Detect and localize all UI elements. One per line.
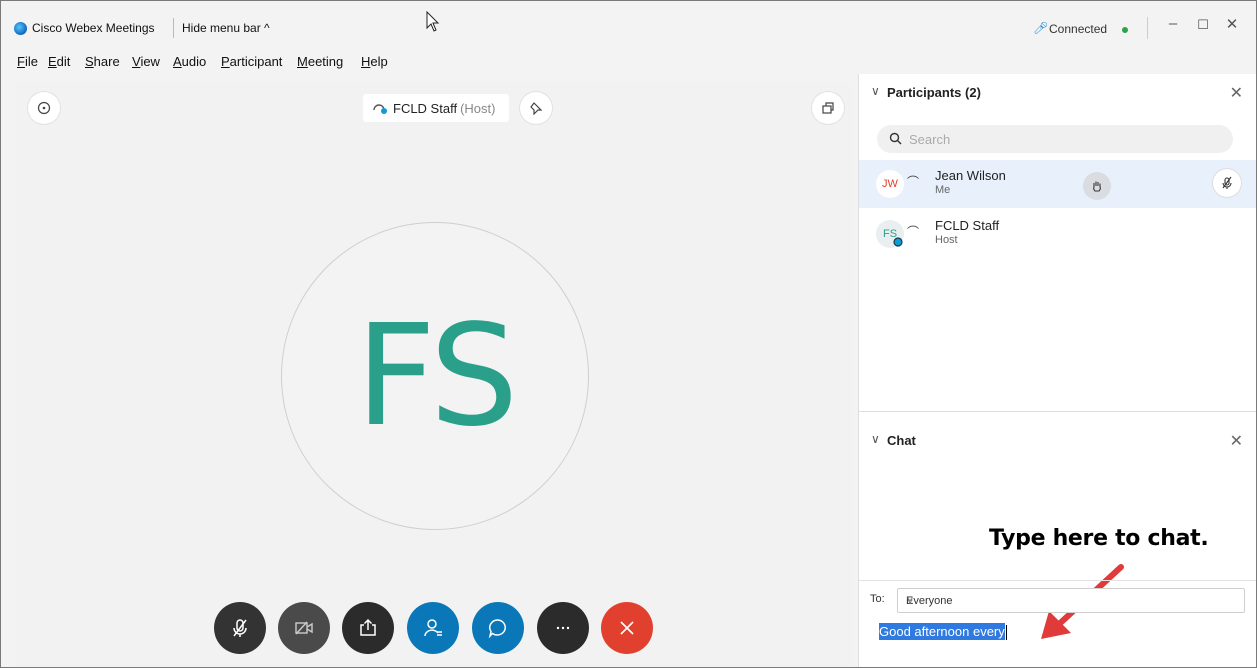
participant-role: Me [935, 184, 951, 196]
participant-search[interactable] [877, 125, 1233, 153]
close-participants-icon[interactable]: ✕ [1230, 83, 1243, 103]
participant-name: FCLD Staff [935, 218, 1000, 233]
menu-file[interactable]: File [17, 54, 38, 69]
webex-logo-icon [14, 22, 27, 35]
chat-input-text: Good afternoon every [879, 623, 1005, 640]
annotation-text: Type here to chat. [989, 526, 1209, 551]
hand-icon [1093, 181, 1101, 192]
text-caret [1005, 625, 1007, 641]
participant-mute-button[interactable] [1213, 169, 1241, 197]
participants-icon [424, 619, 442, 637]
participants-title: Participants (2) [887, 85, 981, 100]
more-icon [556, 626, 570, 630]
close-window-icon[interactable]: ✕ [1222, 15, 1242, 33]
headset-icon: ⌒ [907, 225, 920, 239]
webex-window: Cisco Webex Meetings Hide menu bar ^ 🎤︎ … [0, 0, 1257, 668]
host-badge-icon [893, 237, 903, 247]
headset-icon: ⌒ [907, 175, 920, 189]
app-title: Cisco Webex Meetings [32, 21, 155, 35]
speaker-initials: FS [355, 294, 519, 458]
menu-help[interactable]: Help [361, 54, 388, 69]
minimize-icon[interactable]: – [1163, 15, 1183, 32]
menu-audio[interactable]: Audio [173, 54, 206, 69]
title-bar: Cisco Webex Meetings Hide menu bar ^ 🎤︎ … [1, 1, 1256, 45]
panel-divider [859, 411, 1256, 412]
headset-icon [373, 104, 387, 114]
search-input[interactable] [909, 130, 1209, 148]
status-dot [1122, 27, 1128, 33]
participants-header[interactable]: ∨ Participants (2) ✕ [859, 74, 1256, 110]
participant-avatar: FS [876, 220, 904, 248]
menu-share[interactable]: Share [85, 54, 120, 69]
speaker-avatar: FS [281, 222, 589, 530]
meeting-info-button[interactable] [28, 92, 60, 124]
menu-bar: File Edit Share View Audio Participant M… [1, 49, 601, 73]
recipient-select[interactable]: Everyone ∨ [897, 588, 1245, 613]
title-divider [173, 18, 174, 38]
active-speaker-label: FCLD Staff (Host) [363, 94, 509, 122]
participant-row[interactable]: FS ⌒ FCLD Staff Host [859, 210, 1256, 258]
video-off-icon [295, 621, 313, 635]
hide-menu-bar-button[interactable]: Hide menu bar ^ [182, 21, 270, 35]
mute-button[interactable] [214, 602, 266, 654]
connection-icon: 🎤︎ [1033, 21, 1049, 35]
share-icon [360, 618, 376, 636]
chevron-down-icon: ∨ [906, 595, 915, 607]
maximize-icon[interactable]: ☐ [1193, 17, 1213, 33]
to-label: To: [870, 593, 885, 605]
menu-meeting[interactable]: Meeting [297, 54, 343, 69]
layout-button[interactable] [812, 92, 844, 124]
connection-status: Connected [1049, 22, 1108, 36]
video-button[interactable] [278, 602, 330, 654]
chat-title: Chat [887, 433, 916, 448]
pin-icon [530, 102, 543, 115]
menu-view[interactable]: View [132, 54, 160, 69]
chat-button[interactable] [472, 602, 524, 654]
collapse-chevron-icon[interactable]: ∨ [871, 432, 880, 446]
close-chat-icon[interactable]: ✕ [1230, 431, 1243, 451]
participant-avatar: JW [876, 170, 904, 198]
chat-icon [488, 619, 506, 639]
more-button[interactable] [537, 602, 589, 654]
collapse-chevron-icon[interactable]: ∨ [871, 84, 880, 98]
info-icon [37, 101, 51, 115]
share-button[interactable] [342, 602, 394, 654]
participant-name: Jean Wilson [935, 168, 1006, 183]
mic-muted-icon [1222, 176, 1232, 189]
participants-button[interactable] [407, 602, 459, 654]
chat-recipient-row: To: Everyone ∨ [859, 580, 1256, 613]
mouse-cursor-icon [426, 11, 440, 32]
video-stage: FCLD Staff (Host) FS [16, 82, 854, 667]
participant-role: Host [935, 234, 958, 246]
search-icon [889, 132, 902, 145]
pin-button[interactable] [520, 92, 552, 124]
side-panel: ∨ Participants (2) ✕ JW ⌒ Jean Wilson Me… [858, 74, 1256, 667]
layout-icon [822, 102, 834, 114]
close-icon [620, 621, 634, 635]
mic-muted-icon [233, 619, 247, 637]
participant-row[interactable]: JW ⌒ Jean Wilson Me [859, 160, 1256, 208]
chat-message-input[interactable]: Good afternoon every [879, 623, 1239, 648]
title-divider-2 [1147, 17, 1148, 39]
chat-header[interactable]: ∨ Chat ✕ [859, 422, 1256, 458]
menu-edit[interactable]: Edit [48, 54, 70, 69]
raise-hand-button[interactable] [1083, 172, 1111, 200]
host-name: FCLD Staff [393, 100, 458, 116]
host-suffix: (Host) [460, 100, 496, 116]
menu-participant[interactable]: Participant [221, 54, 282, 69]
leave-button[interactable] [601, 602, 653, 654]
